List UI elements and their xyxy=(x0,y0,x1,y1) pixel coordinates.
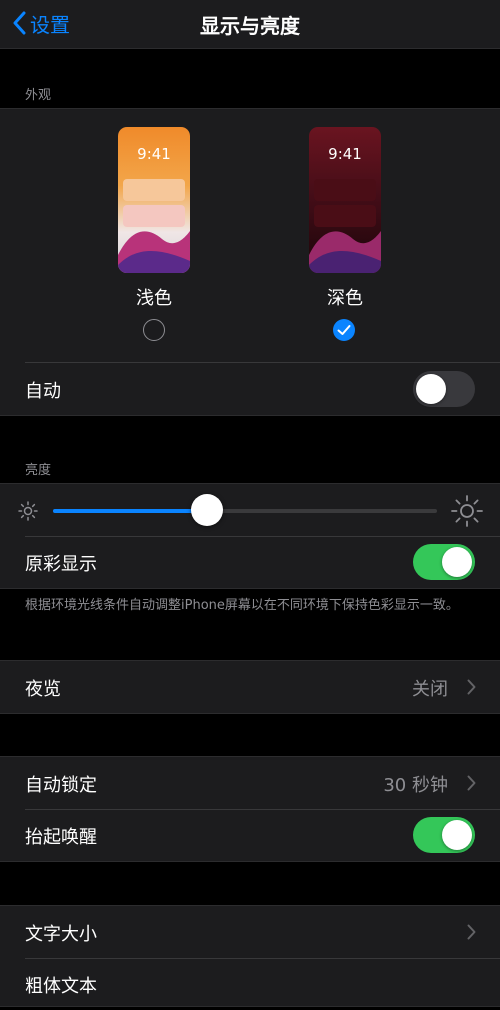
dark-mode-preview[interactable]: 9:41 xyxy=(309,127,381,273)
brightness-group: 原彩显示 xyxy=(0,483,500,589)
auto-lock-value: 30 秒钟 xyxy=(383,775,448,796)
auto-lock-row[interactable]: 自动锁定 30 秒钟 xyxy=(0,757,500,809)
auto-appearance-label: 自动 xyxy=(25,381,61,402)
wallpaper-wave xyxy=(118,231,190,273)
true-tone-toggle[interactable] xyxy=(413,544,475,580)
night-shift-group: 夜览 关闭 xyxy=(0,660,500,714)
true-tone-row: 原彩显示 xyxy=(0,536,500,588)
section-label-brightness: 亮度 xyxy=(25,463,52,478)
section-label-appearance: 外观 xyxy=(25,88,52,103)
brightness-slider[interactable] xyxy=(53,494,437,526)
light-mode-radio[interactable] xyxy=(143,319,165,341)
chevron-right-icon xyxy=(467,775,476,791)
brightness-slider-thumb[interactable] xyxy=(190,494,223,526)
checkmark-icon xyxy=(337,325,351,335)
true-tone-label: 原彩显示 xyxy=(25,554,97,575)
auto-lock-label: 自动锁定 xyxy=(25,775,97,796)
sun-small-icon xyxy=(18,501,38,521)
chevron-right-icon xyxy=(467,679,476,695)
appearance-group: 9:41 浅色 9:41 深色 自动 xyxy=(0,108,500,416)
bold-text-label: 粗体文本 xyxy=(25,976,97,997)
raise-to-wake-row: 抬起唤醒 xyxy=(0,809,500,861)
brightness-slider-fill xyxy=(53,509,207,513)
night-shift-label: 夜览 xyxy=(25,679,61,700)
light-mode-preview[interactable]: 9:41 xyxy=(118,127,190,273)
text-group: 文字大小 粗体文本 xyxy=(0,905,500,1007)
text-size-row[interactable]: 文字大小 xyxy=(0,906,500,958)
auto-appearance-row: 自动 xyxy=(0,363,500,415)
wallpaper-wave xyxy=(309,231,381,273)
lock-group: 自动锁定 30 秒钟 抬起唤醒 xyxy=(0,756,500,862)
light-mode-label: 浅色 xyxy=(136,288,172,309)
auto-appearance-toggle[interactable] xyxy=(413,371,475,407)
raise-to-wake-toggle[interactable] xyxy=(413,817,475,853)
raise-to-wake-label: 抬起唤醒 xyxy=(25,827,97,848)
night-shift-value: 关闭 xyxy=(412,679,448,700)
night-shift-row[interactable]: 夜览 关闭 xyxy=(0,661,500,713)
text-size-label: 文字大小 xyxy=(25,924,97,945)
dark-mode-label: 深色 xyxy=(327,288,363,309)
sun-large-icon xyxy=(451,495,483,527)
chevron-right-icon xyxy=(467,924,476,940)
page-title: 显示与亮度 xyxy=(200,14,300,38)
navigation-bar: 设置 显示与亮度 xyxy=(0,0,500,49)
true-tone-footnote: 根据环境光线条件自动调整iPhone屏幕以在不同环境下保持色彩显示一致。 xyxy=(25,598,459,613)
bold-text-row: 粗体文本 xyxy=(0,958,500,1010)
dark-mode-radio[interactable] xyxy=(333,319,355,341)
